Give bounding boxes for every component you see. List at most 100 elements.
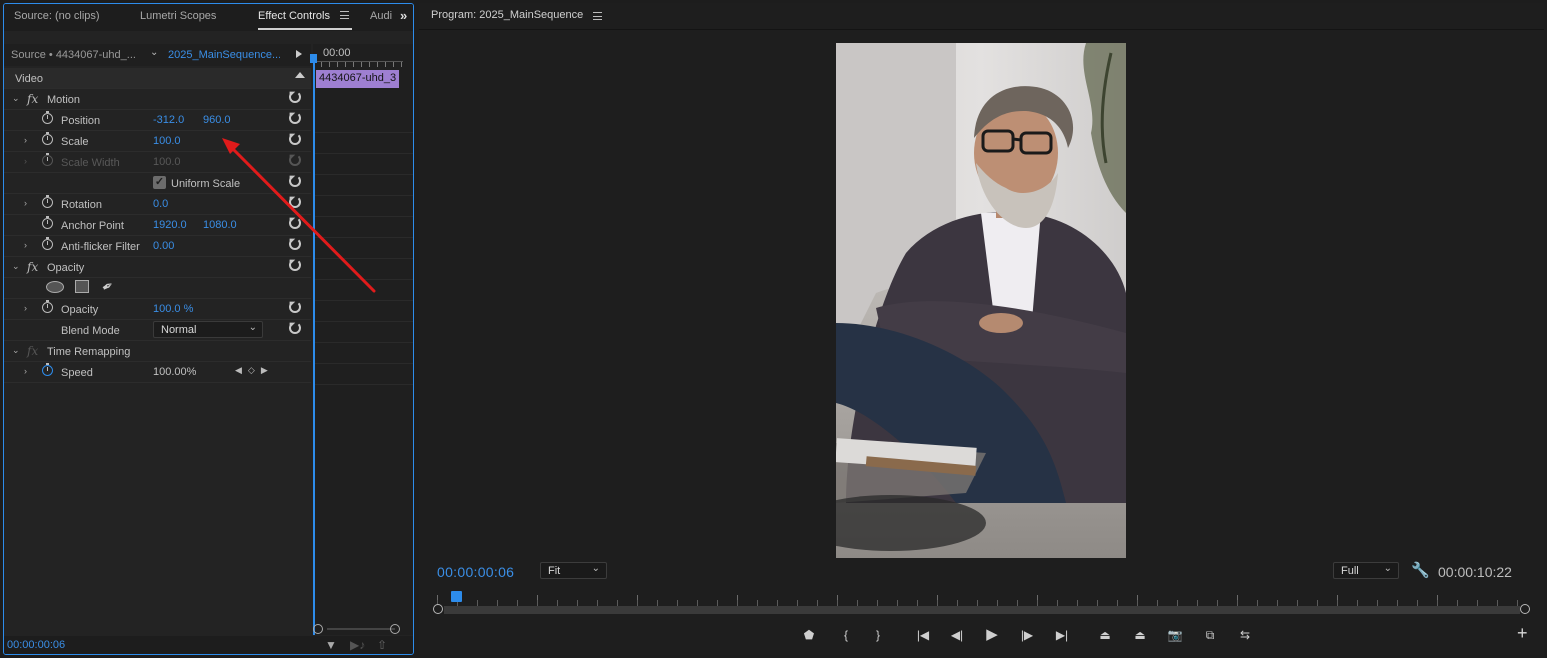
chevron-right-icon[interactable]: ›: [24, 303, 27, 313]
time-remapping-row[interactable]: ⌄ fx Time Remapping: [4, 341, 311, 362]
reset-icon[interactable]: [289, 217, 301, 229]
chevron-right-icon[interactable]: ›: [24, 366, 27, 376]
stopwatch-icon[interactable]: [42, 216, 53, 229]
program-title[interactable]: Program: 2025_MainSequence: [431, 9, 583, 21]
timeline-playhead[interactable]: [310, 54, 317, 635]
tab-source[interactable]: Source: (no clips): [14, 10, 100, 22]
reset-icon[interactable]: [289, 322, 301, 334]
stopwatch-icon[interactable]: [42, 195, 53, 208]
tab-menu-icon[interactable]: [340, 11, 349, 19]
chevron-right-icon[interactable]: ›: [24, 198, 27, 208]
pen-mask-icon[interactable]: ✒: [99, 276, 118, 297]
stopwatch-icon[interactable]: [42, 237, 53, 250]
chevron-down-icon[interactable]: ⌄: [12, 345, 20, 356]
zoom-bar-end-handle[interactable]: [1520, 604, 1530, 614]
scale-value[interactable]: 100.0: [153, 135, 181, 147]
fx-icon[interactable]: fx: [27, 260, 38, 274]
video-frame[interactable]: [836, 43, 1126, 558]
playhead-handle[interactable]: [310, 54, 317, 63]
scale-width-value: 100.0: [153, 156, 181, 168]
motion-effect-row[interactable]: ⌄ fx Motion: [4, 89, 311, 110]
blend-mode-select[interactable]: Normal ⌄: [153, 321, 263, 338]
step-back-icon[interactable]: ◀|: [947, 625, 967, 645]
timeline-clip[interactable]: 4434067-uhd_3: [316, 70, 399, 88]
reset-icon[interactable]: [289, 196, 301, 208]
scrollbar-track[interactable]: [327, 628, 395, 630]
zoom-scroll-bar[interactable]: [444, 606, 1520, 614]
chevron-down-icon[interactable]: ⌄: [12, 261, 20, 272]
video-frame-image: [836, 43, 1126, 558]
keyframe-navigator[interactable]: ◀◇▶: [235, 365, 274, 376]
scale-width-label: Scale Width: [61, 157, 120, 169]
opacity-number[interactable]: 100.0: [153, 303, 181, 315]
add-marker-icon[interactable]: ⬟: [799, 625, 819, 645]
mark-in-icon[interactable]: {: [836, 625, 856, 645]
go-to-out-icon[interactable]: ▶|: [1052, 625, 1072, 645]
stopwatch-icon[interactable]: [42, 300, 53, 313]
reset-icon[interactable]: [289, 175, 301, 187]
motion-label: Motion: [47, 94, 81, 106]
step-forward-icon[interactable]: |▶: [1017, 625, 1037, 645]
chevron-right-icon[interactable]: ›: [24, 240, 27, 250]
rectangle-mask-icon[interactable]: [75, 280, 89, 293]
toggle-proxies-icon[interactable]: ⇆: [1235, 625, 1255, 645]
speed-value[interactable]: 100.00%: [153, 366, 196, 378]
monitor-time-ruler[interactable]: [437, 592, 1525, 606]
effect-controls-timecode[interactable]: 00:00:00:06: [7, 639, 65, 651]
chevron-down-icon[interactable]: ⌄: [12, 93, 20, 104]
button-editor-add-icon[interactable]: +: [1517, 623, 1528, 644]
reset-icon[interactable]: [289, 301, 301, 313]
comparison-view-icon[interactable]: ⧉: [1200, 625, 1220, 645]
play-icon[interactable]: ▶: [982, 625, 1002, 645]
reset-icon[interactable]: [289, 91, 301, 103]
chevron-right-icon[interactable]: ›: [24, 135, 27, 145]
export-frame-icon[interactable]: 📷: [1165, 625, 1185, 645]
position-y-value[interactable]: 960.0: [203, 114, 231, 126]
uniform-scale-checkbox[interactable]: ✓: [153, 176, 166, 189]
wrench-settings-icon[interactable]: 🔧: [1411, 561, 1430, 579]
stopwatch-icon[interactable]: [42, 111, 53, 124]
mask-tools-row: ✒: [4, 276, 311, 299]
sequence-link[interactable]: 2025_MainSequence...: [168, 49, 280, 61]
fx-icon[interactable]: fx: [27, 92, 38, 106]
reset-icon[interactable]: [289, 259, 301, 271]
stopwatch-icon[interactable]: [42, 363, 53, 376]
reset-icon[interactable]: [289, 238, 301, 250]
opacity-value[interactable]: 100.0 %: [153, 303, 193, 315]
stopwatch-icon[interactable]: [42, 132, 53, 145]
zoom-level-select[interactable]: Fit ⌄: [540, 562, 607, 579]
panel-overflow-icon[interactable]: »: [400, 8, 407, 23]
rotation-value[interactable]: 0.0: [153, 198, 168, 210]
resolution-select[interactable]: Full ⌄: [1333, 562, 1399, 579]
chevron-down-icon[interactable]: ⌄: [150, 47, 158, 58]
reset-icon[interactable]: [289, 112, 301, 124]
tab-lumetri-scopes[interactable]: Lumetri Scopes: [140, 10, 216, 22]
program-menu-icon[interactable]: [593, 12, 602, 20]
anchor-x-value[interactable]: 1920.0: [153, 219, 187, 231]
monitor-playhead[interactable]: [451, 591, 462, 602]
filter-icon[interactable]: ▼: [325, 638, 337, 652]
effect-controls-timeline[interactable]: 00:00 4434067-uhd_3: [310, 44, 413, 635]
current-timecode[interactable]: 00:00:00:06: [437, 564, 514, 580]
reset-icon[interactable]: [289, 133, 301, 145]
anchor-y-value[interactable]: 1080.0: [203, 219, 237, 231]
zoom-bar-start-handle[interactable]: [433, 604, 443, 614]
tab-audio[interactable]: Audi: [370, 10, 394, 22]
zoom-handle-right[interactable]: [390, 624, 400, 634]
tab-effect-controls[interactable]: Effect Controls: [258, 10, 330, 22]
video-section-header[interactable]: Video: [4, 68, 311, 89]
timeline-zoom-scrollbar[interactable]: [313, 623, 413, 635]
opacity-effect-row[interactable]: ⌄ fx Opacity: [4, 257, 311, 278]
position-x-value[interactable]: -312.0: [153, 114, 184, 126]
extract-icon[interactable]: ⏏: [1130, 625, 1150, 645]
lift-icon[interactable]: ⏏: [1095, 625, 1115, 645]
opacity-unit: %: [183, 303, 194, 315]
anti-flicker-value[interactable]: 0.00: [153, 240, 174, 252]
ellipse-mask-icon[interactable]: [46, 281, 64, 293]
play-timeline-icon[interactable]: [296, 50, 302, 58]
go-to-in-icon[interactable]: |◀: [913, 625, 933, 645]
mark-out-icon[interactable]: }: [868, 625, 888, 645]
timeline-ruler[interactable]: [313, 61, 403, 67]
zoom-handle-left[interactable]: [313, 624, 323, 634]
collapse-up-icon[interactable]: [295, 72, 305, 78]
